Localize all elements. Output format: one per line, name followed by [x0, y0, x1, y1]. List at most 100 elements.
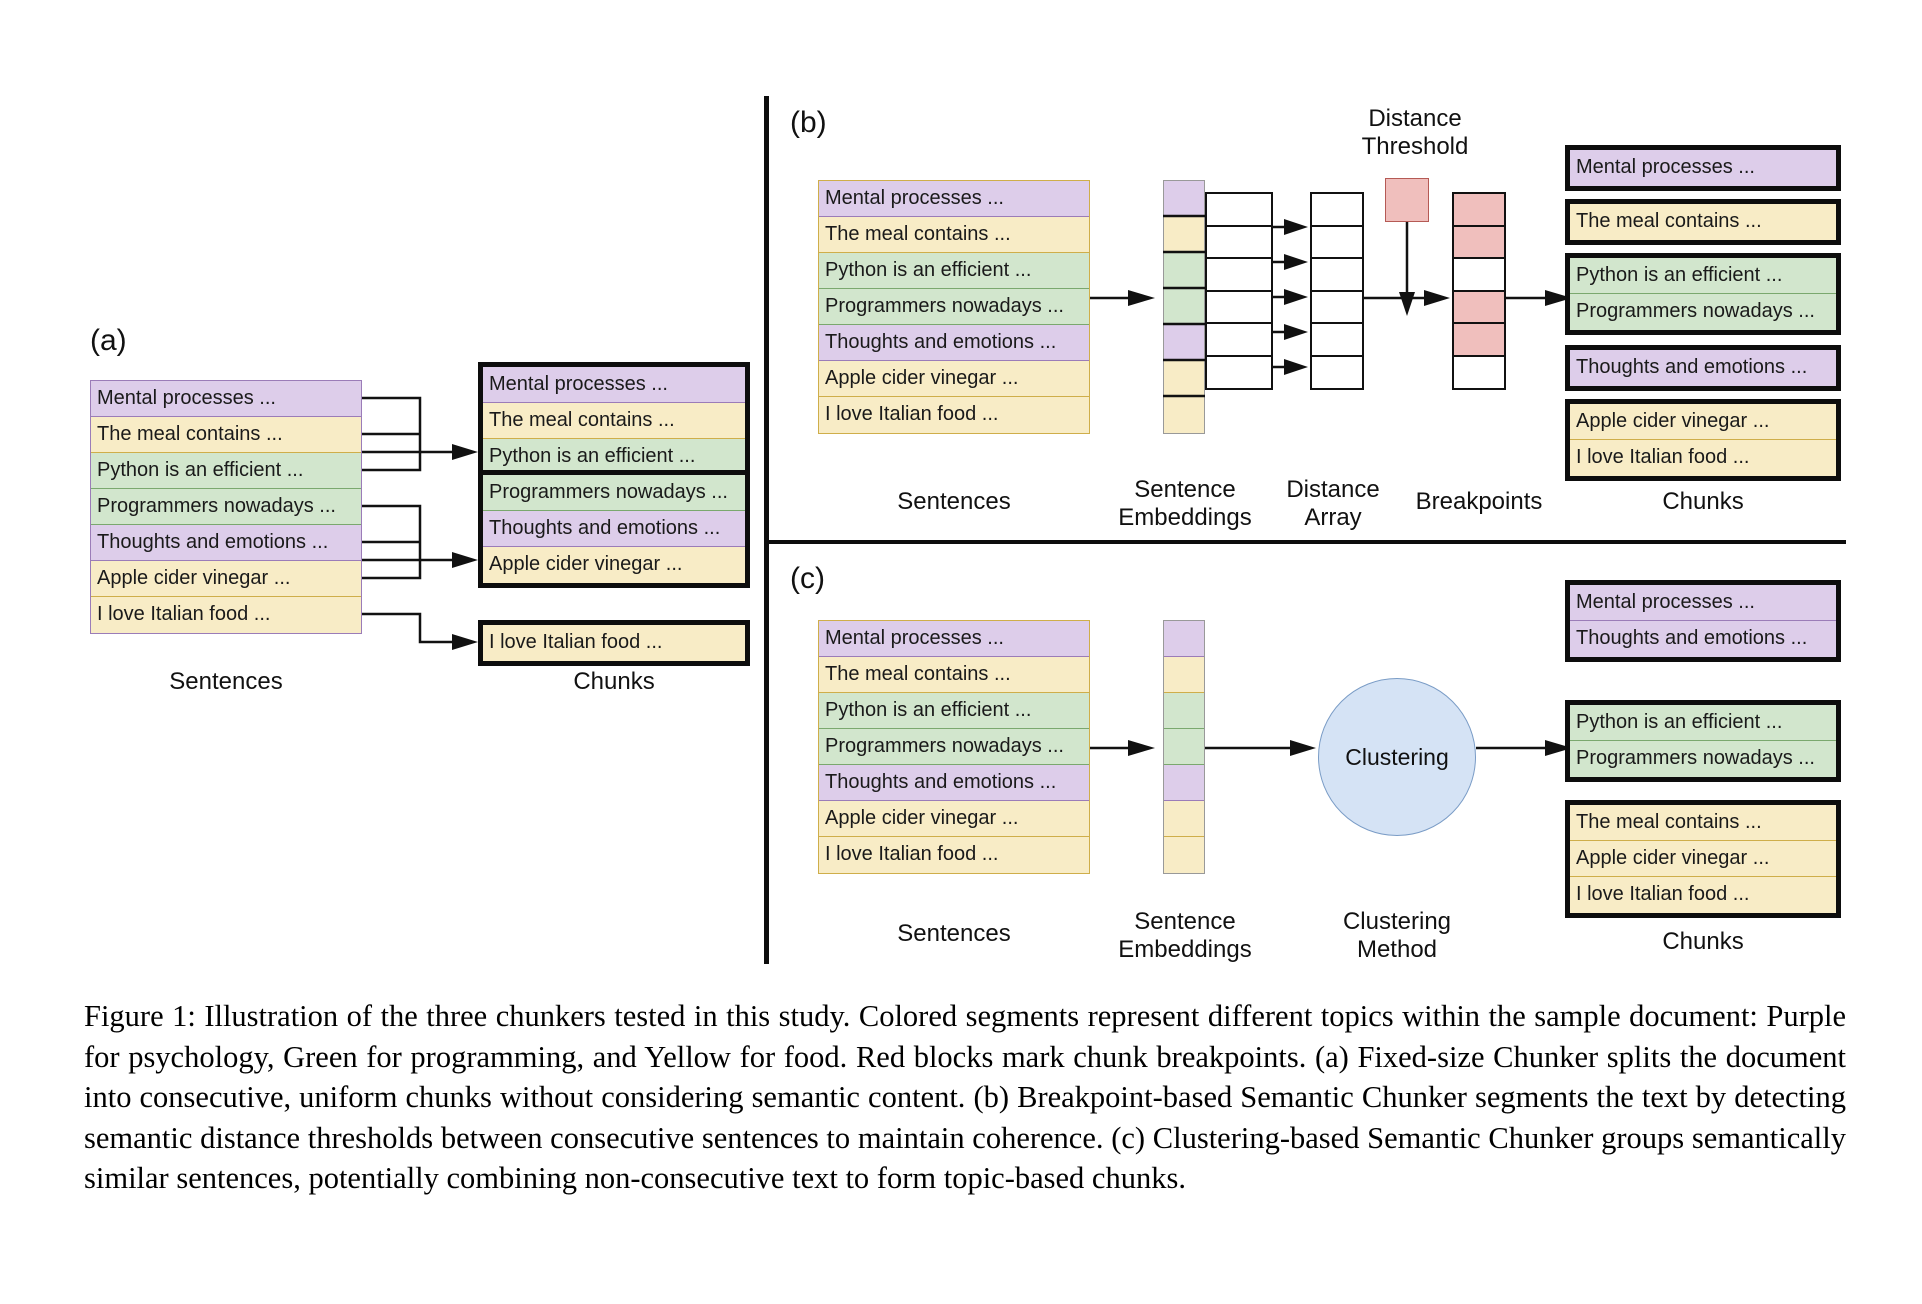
breakpoint-cell: [1452, 224, 1506, 260]
breakpoint-cell: [1452, 322, 1506, 357]
breakpoint-cell: [1452, 192, 1506, 227]
embedding-cell: [1164, 253, 1204, 289]
sentence-row: Mental processes ...: [819, 181, 1089, 217]
distance-out-cell: [1310, 192, 1364, 227]
distance-out-cell: [1310, 257, 1364, 292]
embedding-cell: [1164, 801, 1204, 837]
panel-b-breakpoints-column: [1452, 192, 1506, 390]
panel-b-chunk-3: Python is an efficient ... Programmers n…: [1565, 253, 1841, 335]
chunk-row: Thoughts and emotions ...: [1570, 350, 1836, 386]
sentence-row: Programmers nowadays ...: [819, 729, 1089, 765]
sentence-row: I love Italian food ...: [91, 597, 361, 633]
sentence-row: Python is an efficient ...: [819, 253, 1089, 289]
panel-b-threshold-label-line1: Distance: [1368, 105, 1462, 132]
sentence-row: Programmers nowadays ...: [819, 289, 1089, 325]
chunk-row: Mental processes ...: [1570, 150, 1836, 186]
panel-c-embeddings-column: [1163, 620, 1205, 874]
distance-cell: [1205, 257, 1273, 292]
panel-c-chunk-2: Python is an efficient ... Programmers n…: [1565, 700, 1841, 782]
sentence-row: Mental processes ...: [819, 621, 1089, 657]
panel-c-chunk-3: The meal contains ... Apple cider vinega…: [1565, 800, 1841, 918]
sentence-row: Thoughts and emotions ...: [819, 765, 1089, 801]
embedding-cell: [1164, 621, 1204, 657]
sentence-row: I love Italian food ...: [819, 837, 1089, 873]
sentence-row: The meal contains ...: [819, 217, 1089, 253]
clustering-node-label: Clustering: [1345, 743, 1449, 770]
chunk-row: I love Italian food ...: [1570, 877, 1836, 913]
panel-a-chunks-label: Chunks: [573, 668, 655, 695]
sentence-row: Python is an efficient ...: [819, 693, 1089, 729]
chunk-row: The meal contains ...: [1570, 204, 1836, 240]
panel-a-sentences-label: Sentences: [169, 668, 283, 695]
chunk-row: Thoughts and emotions ...: [483, 511, 745, 547]
panel-a-chunk-2: Programmers nowadays ... Thoughts and em…: [478, 470, 750, 588]
panel-c-clustering-label-line2: Method: [1356, 936, 1438, 964]
horizontal-divider-b-c: [764, 540, 1846, 544]
chunk-row: Thoughts and emotions ...: [1570, 621, 1836, 657]
panel-b-distance-array-label: Distance Array: [1253, 476, 1413, 533]
sentence-row: The meal contains ...: [91, 417, 361, 453]
panel-c-sentences-label: Sentences: [897, 920, 1011, 947]
vertical-divider: [764, 96, 769, 964]
distance-cell: [1205, 289, 1273, 325]
panel-b-chunks-label: Chunks: [1662, 488, 1744, 515]
sentence-row: Apple cider vinegar ...: [819, 361, 1089, 397]
distance-cell: [1205, 322, 1273, 357]
distance-cell: [1205, 192, 1273, 227]
panel-a-sentences-stack: Mental processes ... The meal contains .…: [90, 380, 362, 634]
panel-b-threshold-label-line2: Threshold: [1361, 133, 1469, 161]
chunk-row: Mental processes ...: [483, 367, 745, 403]
embedding-cell: [1164, 325, 1204, 361]
sentence-row: I love Italian food ...: [819, 397, 1089, 433]
chunk-row: Apple cider vinegar ...: [483, 547, 745, 583]
panel-b-label: (b): [790, 106, 827, 139]
embedding-cell: [1164, 181, 1204, 217]
chunk-row: Programmers nowadays ...: [483, 475, 745, 511]
panel-b-distance-label-line1: Distance: [1286, 476, 1380, 503]
chunk-row: Python is an efficient ...: [1570, 705, 1836, 741]
embedding-cell: [1164, 361, 1204, 397]
panel-c-clustering-label: Clustering Method: [1307, 908, 1487, 965]
panel-a-label: (a): [90, 324, 127, 357]
distance-cell: [1205, 224, 1273, 260]
chunk-row: Programmers nowadays ...: [1570, 294, 1836, 330]
embedding-cell: [1164, 217, 1204, 253]
clustering-node: Clustering: [1318, 678, 1476, 836]
chunk-row: Python is an efficient ...: [1570, 258, 1836, 294]
chunk-row: I love Italian food ...: [483, 625, 745, 661]
breakpoint-cell: [1452, 289, 1506, 325]
panel-c-chunks-label: Chunks: [1662, 928, 1744, 955]
distance-out-cell: [1310, 322, 1364, 357]
sentence-row: Thoughts and emotions ...: [91, 525, 361, 561]
chunk-row: Mental processes ...: [1570, 585, 1836, 621]
panel-b-embeddings-label: Sentence Embeddings: [1090, 476, 1280, 533]
embedding-cell: [1164, 693, 1204, 729]
panel-b-threshold-label: Distance Threshold: [1315, 105, 1515, 162]
chunk-row: Programmers nowadays ...: [1570, 741, 1836, 777]
chunk-row: The meal contains ...: [1570, 805, 1836, 841]
chunk-row: Apple cider vinegar ...: [1570, 404, 1836, 440]
sentence-row: Programmers nowadays ...: [91, 489, 361, 525]
chunk-row: The meal contains ...: [483, 403, 745, 439]
sentence-row: Thoughts and emotions ...: [819, 325, 1089, 361]
panel-c-embeddings-label-line1: Sentence: [1134, 908, 1236, 935]
panel-c-embeddings-label-line2: Embeddings: [1118, 936, 1252, 964]
embedding-cell: [1164, 729, 1204, 765]
panel-b-chunk-1: Mental processes ...: [1565, 145, 1841, 191]
panel-c-clustering-label-line1: Clustering: [1342, 908, 1452, 935]
panel-b-distance-array-right: [1310, 192, 1364, 390]
figure-1-illustration: (a) Mental processes ... The meal contai…: [0, 0, 1922, 1304]
embedding-cell: [1164, 657, 1204, 693]
sentence-row: Python is an efficient ...: [91, 453, 361, 489]
panel-c-embeddings-label: Sentence Embeddings: [1090, 908, 1280, 965]
sentence-row: Apple cider vinegar ...: [91, 561, 361, 597]
panel-c-chunk-1: Mental processes ... Thoughts and emotio…: [1565, 580, 1841, 662]
distance-out-cell: [1310, 224, 1364, 260]
panel-b-chunk-5: Apple cider vinegar ... I love Italian f…: [1565, 399, 1841, 481]
breakpoint-cell: [1452, 257, 1506, 292]
panel-a-chunk-3: I love Italian food ...: [478, 620, 750, 666]
figure-caption: Figure 1: Illustration of the three chun…: [84, 999, 1846, 1196]
panel-b-chunk-4: Thoughts and emotions ...: [1565, 345, 1841, 391]
sentence-row: Apple cider vinegar ...: [819, 801, 1089, 837]
panel-b-distance-array-left: [1205, 192, 1273, 390]
